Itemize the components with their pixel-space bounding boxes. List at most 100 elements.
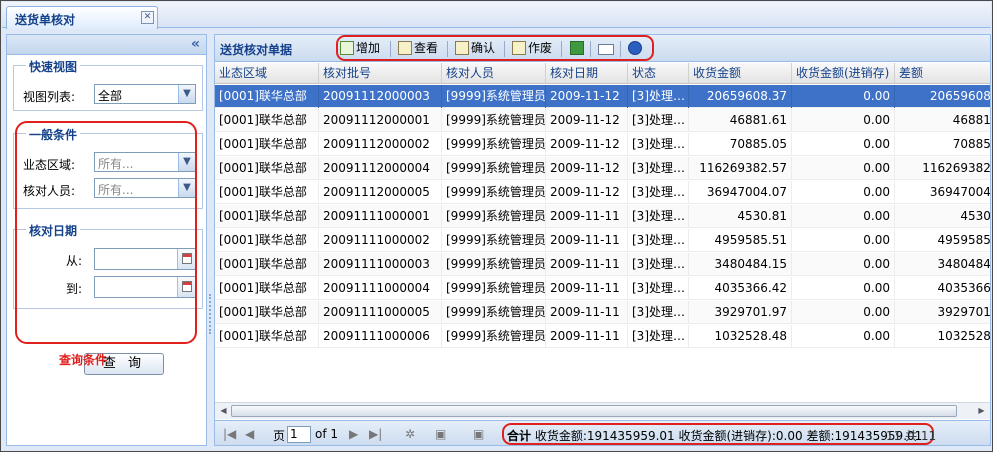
table-cell: 0.00 (792, 229, 895, 252)
horizontal-scrollbar[interactable]: ◀ ▶ (215, 402, 990, 419)
table-cell: [0001]联华总部 (215, 205, 319, 228)
table-cell: 2009-11-12 (546, 133, 628, 156)
table-cell: [0001]联华总部 (215, 133, 319, 156)
column-header-status[interactable]: 状态 (628, 63, 689, 84)
table-row[interactable]: [0001]联华总部 20091112000001 [9999]系统管理员 2009-… (215, 109, 990, 132)
table-cell: [0001]联华总部 (215, 157, 319, 180)
table-cell: 36947004.07 (689, 181, 792, 204)
table-row[interactable]: [0001]联华总部 20091112000002 [9999]系统管理员 2009-… (215, 133, 990, 156)
scroll-right-icon[interactable]: ▶ (975, 405, 988, 417)
table-row[interactable]: [0001]联华总部 20091111000001 [9999]系统管理员 2009-… (215, 205, 990, 228)
table-cell: 20659608.37 (689, 85, 792, 108)
table-row[interactable]: [0001]联华总部 20091111000002 [9999]系统管理员 2009-… (215, 229, 990, 252)
panel-splitter[interactable] (208, 34, 213, 446)
table-cell: [0001]联华总部 (215, 253, 319, 276)
table-cell: [0001]联华总部 (215, 301, 319, 324)
table-row[interactable]: [0001]联华总部 20091111000004 [9999]系统管理员 2009-… (215, 277, 990, 300)
table-cell: 3480484.15 (689, 253, 792, 276)
column-header-difference[interactable]: 差额 (895, 63, 990, 84)
table-cell: [3]处理… (628, 277, 689, 300)
table-cell: 0.00 (792, 277, 895, 300)
table-cell: 4035366.42 (689, 277, 792, 300)
table-cell: 2009-11-12 (546, 109, 628, 132)
table-row[interactable]: [0001]联华总部 20091112000004 [9999]系统管理员 2009-… (215, 157, 990, 180)
refresh-icon[interactable]: ✲ (405, 427, 415, 441)
table-cell: [9999]系统管理员 (442, 325, 546, 348)
close-icon[interactable]: ✕ (141, 11, 154, 24)
column-header-batch-no[interactable]: 核对批号 (319, 63, 442, 84)
table-cell: 2009-11-11 (546, 229, 628, 252)
page-count-label: of 1 (315, 427, 339, 441)
table-cell: [3]处理… (628, 229, 689, 252)
first-page-icon[interactable]: |◀ (223, 427, 236, 441)
chevron-down-icon[interactable]: ▼ (178, 85, 195, 103)
table-cell: 4959585.51 (689, 229, 792, 252)
table-cell: [9999]系统管理员 (442, 301, 546, 324)
page-number-input[interactable]: 1 (287, 426, 311, 443)
report-icon[interactable]: ▣ (473, 427, 484, 441)
table-cell: 116269382.57 (689, 157, 792, 180)
legend-quick-view: 快速视图 (26, 58, 81, 75)
summary-text: 收货金额:191435959.01 收货金额(进销存):0.00 差额:1914… (534, 429, 923, 443)
paging-toolbar: |◀ ◀ 页 1 of 1 ▶ ▶| ✲ ▣ ▣ 合计 收货金额:1914359… (215, 420, 990, 445)
annotation-box-toolbar (336, 35, 654, 61)
collapse-left-icon[interactable]: « (191, 36, 200, 52)
scroll-left-icon[interactable]: ◀ (217, 405, 230, 417)
page-info: 11 共 11 (886, 429, 937, 443)
table-cell: [9999]系统管理员 (442, 133, 546, 156)
table-row[interactable]: [0001]联华总部 20091111000003 [9999]系统管理员 2009-… (215, 253, 990, 276)
tab-delivery-check[interactable]: 送货单核对 ✕ (6, 6, 158, 29)
table-cell: [9999]系统管理员 (442, 205, 546, 228)
table-cell: 20091111000003 (319, 253, 442, 276)
query-panel-header: « (7, 35, 206, 55)
table-cell: 0.00 (792, 181, 895, 204)
table-row[interactable]: [0001]联华总部 20091111000005 [9999]系统管理员 2009-… (215, 301, 990, 324)
column-header-check-date[interactable]: 核对日期 (546, 63, 628, 84)
table-row[interactable]: [0001]联华总部 20091112000005 [9999]系统管理员 2009-… (215, 181, 990, 204)
column-header-checker[interactable]: 核对人员 (442, 63, 546, 84)
table-cell: [3]处理… (628, 133, 689, 156)
table-cell: 0.00 (792, 109, 895, 132)
next-page-icon[interactable]: ▶ (349, 427, 358, 441)
table-cell: [9999]系统管理员 (442, 157, 546, 180)
column-header-area[interactable]: 业态区域 (215, 63, 319, 84)
annotation-query-caption: 查询条件 (59, 353, 108, 367)
scrollbar-thumb[interactable] (231, 405, 957, 417)
table-cell: 2009-11-11 (546, 325, 628, 348)
view-list-label: 视图列表: (23, 90, 76, 104)
table-cell: 2009-11-12 (546, 157, 628, 180)
table-cell: 2009-11-12 (546, 181, 628, 204)
last-page-icon[interactable]: ▶| (369, 427, 382, 441)
table-cell: 20091112000002 (319, 133, 442, 156)
table-cell: [3]处理… (628, 301, 689, 324)
table-cell: [3]处理… (628, 205, 689, 228)
table-cell: 4530.81 (689, 205, 792, 228)
table-cell: 20091112000005 (319, 181, 442, 204)
print-icon[interactable]: ▣ (435, 427, 446, 441)
table-cell: 0.00 (792, 205, 895, 228)
table-cell: 70885.05 (689, 133, 792, 156)
view-list-value: 全部 (98, 89, 123, 103)
table-row[interactable]: [0001]联华总部 20091111000006 [9999]系统管理员 2009-… (215, 325, 990, 348)
column-header-received-amount[interactable]: 收货金额 (689, 63, 792, 84)
table-cell: 20091112000004 (319, 157, 442, 180)
table-row[interactable]: [0001]联华总部 20091112000003 [9999]系统管理员 2009-… (215, 85, 990, 108)
prev-page-icon[interactable]: ◀ (245, 427, 254, 441)
table-cell: 20091111000002 (319, 229, 442, 252)
table-cell: 36947004.07 (895, 181, 990, 204)
tab-title: 送货单核对 (15, 13, 76, 27)
table-cell: 2009-11-12 (546, 85, 628, 108)
table-cell: [9999]系统管理员 (442, 253, 546, 276)
table-cell: 2009-11-11 (546, 253, 628, 276)
table-cell: 116269382.57 (895, 157, 990, 180)
fieldset-quick-view: 快速视图 视图列表: 全部 ▼ (13, 58, 203, 111)
table-cell: 20091111000001 (319, 205, 442, 228)
table-cell: [0001]联华总部 (215, 181, 319, 204)
table-cell: [0001]联华总部 (215, 229, 319, 252)
column-header-received-amount-inventory[interactable]: 收货金额(进销存) (792, 63, 895, 84)
table-cell: 20091112000001 (319, 109, 442, 132)
view-list-select[interactable]: 全部 ▼ (94, 84, 196, 104)
summary-bar: 合计 收货金额:191435959.01 收货金额(进销存):0.00 差额:1… (507, 427, 922, 444)
table-cell: 70885.05 (895, 133, 990, 156)
splitter-handle[interactable] (209, 294, 211, 334)
